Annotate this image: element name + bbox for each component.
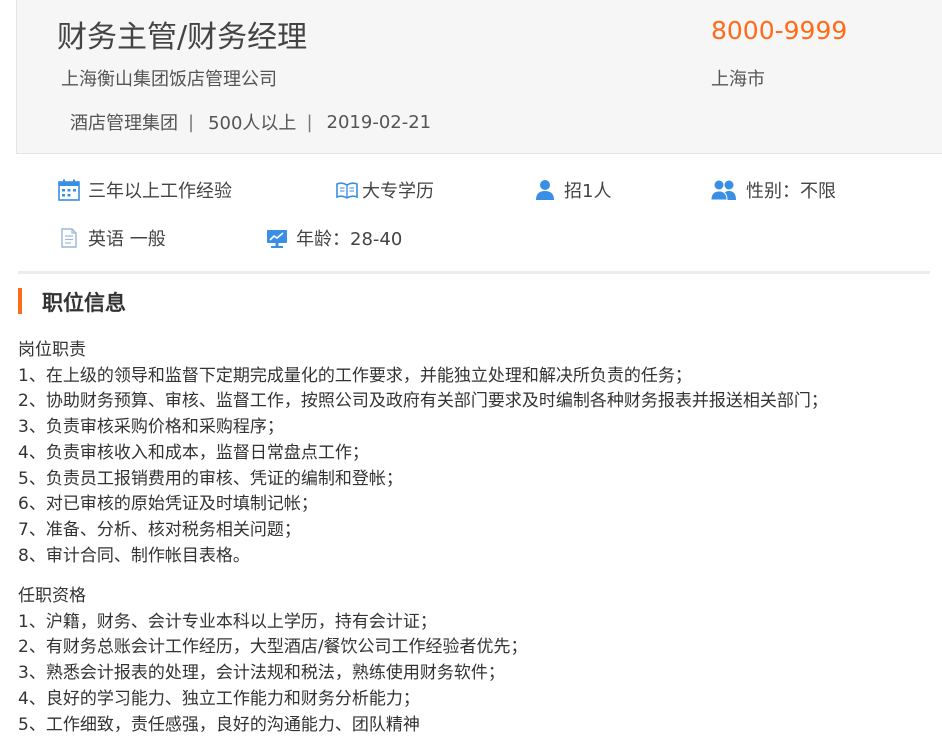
list-item: 2、协助财务预算、审核、监督工作，按照公司及政府有关部门要求及时编制各种财务报表…: [18, 391, 828, 412]
list-item: 5、负责员工报销费用的审核、凭证的编制和登帐；: [18, 468, 403, 489]
company-meta: 酒店管理集团 | 500人以上 | 2019-02-21: [70, 109, 431, 135]
section-divider: [18, 271, 930, 274]
requirements-heading: 任职资格: [18, 586, 86, 606]
list-item: 4、良好的学习能力、独立工作能力和财务分析能力；: [18, 688, 420, 709]
attr-age: 年龄：28-40: [266, 225, 402, 251]
meta-separator: |: [306, 111, 313, 133]
list-item: 3、负责审核采购价格和采购程序；: [18, 417, 284, 438]
list-item: 2、有财务总账会计工作经历，大型酒店/餐饮公司工作经验者优先；: [18, 637, 528, 658]
duties-block: 岗位职责 1、在上级的领导和监督下定期完成量化的工作要求，并能独立处理和解决所负…: [18, 338, 828, 569]
list-item: 5、工作细致，责任感强，良好的沟通能力、团队精神: [18, 714, 420, 735]
list-item: 8、审计合同、制作帐目表格。: [18, 545, 250, 566]
book-icon: [336, 179, 358, 201]
attr-experience: 三年以上工作经验: [58, 177, 232, 203]
list-item: 6、对已审核的原始凭证及时填制记帐；: [18, 494, 318, 515]
attr-education: 大专学历: [336, 177, 434, 203]
calendar-icon: [58, 179, 80, 201]
duties-heading: 岗位职责: [18, 340, 86, 360]
company-size: 500人以上: [208, 113, 297, 134]
list-item: 3、熟悉会计报表的处理，会计法规和税法，熟练使用财务软件；: [18, 663, 505, 684]
attr-headcount-label: 招1人: [564, 181, 612, 202]
requirements-block: 任职资格 1、沪籍，财务、会计专业本科以上学历，持有会计证； 2、有财务总账会计…: [18, 584, 528, 738]
attr-headcount: 招1人: [534, 177, 611, 203]
attr-language: 英语 一般: [58, 225, 166, 251]
list-item: 1、在上级的领导和监督下定期完成量化的工作要求，并能独立处理和解决所负责的任务；: [18, 365, 692, 386]
document-icon: [58, 227, 80, 249]
users-icon: [710, 179, 738, 201]
section-title: 职位信息: [42, 291, 126, 315]
attr-experience-label: 三年以上工作经验: [88, 181, 232, 202]
attr-language-label: 英语 一般: [88, 229, 166, 250]
job-city: 上海市: [711, 69, 765, 90]
salary: 8000-9999: [711, 16, 848, 45]
meta-separator: |: [188, 111, 195, 133]
company-industry: 酒店管理集团: [70, 113, 178, 134]
attr-education-label: 大专学历: [362, 181, 434, 202]
post-date: 2019-02-21: [326, 111, 432, 133]
list-item: 7、准备、分析、核对税务相关问题；: [18, 519, 301, 540]
monitor-chart-icon: [266, 227, 288, 249]
section-accent-bar: [18, 288, 22, 314]
list-item: 1、沪籍，财务、会计专业本科以上学历，持有会计证；: [18, 611, 437, 632]
attr-gender: 性别：不限: [710, 177, 836, 203]
person-icon: [534, 179, 556, 201]
attr-gender-label: 性别：不限: [746, 181, 836, 202]
job-title: 财务主管/财务经理: [57, 20, 308, 55]
list-item: 4、负责审核收入和成本，监督日常盘点工作；: [18, 442, 369, 463]
company-name[interactable]: 上海衡山集团饭店管理公司: [61, 65, 277, 91]
attr-age-label: 年龄：28-40: [296, 229, 403, 250]
